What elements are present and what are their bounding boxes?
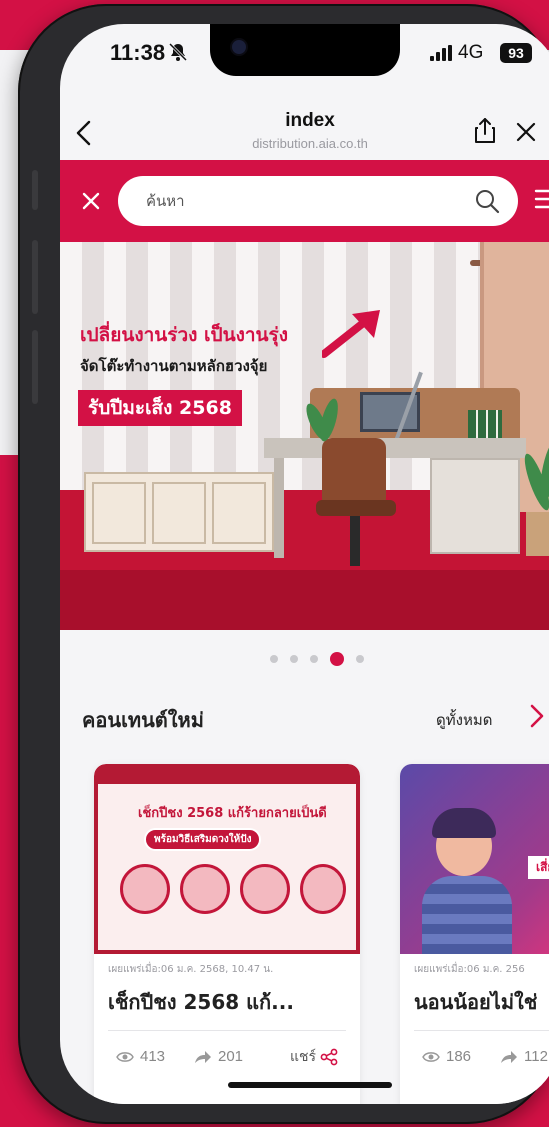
shares-stat: 201: [194, 1048, 243, 1065]
zodiac-icon: [300, 864, 346, 914]
desk-leg: [274, 458, 284, 558]
promo-banner[interactable]: เปลี่ยนงานร่วง เป็นงานรุ่ง จัดโต๊ะทำงานต…: [60, 242, 549, 630]
home-indicator[interactable]: [228, 1082, 392, 1088]
volume-down-button: [32, 330, 38, 404]
phone-screen: 11:38 4G 93 index distribution.aia.co.th: [60, 24, 549, 1104]
camera-notch: [210, 24, 400, 76]
camera-lens: [232, 40, 246, 54]
eye-icon: [116, 1051, 134, 1062]
card-divider: [414, 1030, 549, 1031]
carousel-dot[interactable]: [356, 655, 364, 663]
shares-count: 201: [218, 1048, 244, 1065]
phone-frame: 11:38 4G 93 index distribution.aia.co.th: [18, 4, 549, 1124]
views-stat: 186: [422, 1048, 471, 1065]
card-title[interactable]: เช็กปีชง 2568 แก้...: [108, 986, 294, 1018]
person-illustration: [422, 876, 512, 954]
banner-tagline: รับปีมะเส็ง 2568: [78, 390, 242, 426]
plant-pot: [526, 512, 549, 556]
back-icon[interactable]: [74, 120, 94, 146]
card-thumbnail: เสี่ยงต: [400, 764, 549, 954]
volume-up-button: [32, 240, 38, 314]
chevron-right-icon[interactable]: [530, 704, 544, 728]
arrow-up-right-icon: [322, 310, 380, 358]
close-icon[interactable]: [516, 122, 536, 142]
share-label: แชร์: [290, 1049, 317, 1065]
carousel-dot[interactable]: [290, 655, 298, 663]
page-title: index: [285, 110, 335, 131]
see-all-link[interactable]: ดูทั้งหมด: [436, 708, 492, 732]
banner-subheadline: จัดโต๊ะทำงานตามหลักฮวงจุ้ย: [80, 357, 268, 375]
forward-arrow-icon: [195, 1050, 211, 1063]
search-input[interactable]: [146, 176, 456, 226]
site-header: [60, 160, 549, 242]
carousel-dot-active[interactable]: [330, 652, 344, 666]
views-stat: 413: [116, 1048, 165, 1065]
share-button[interactable]: แชร์: [290, 1046, 338, 1068]
status-time: 11:38: [110, 40, 166, 65]
person-hair: [432, 808, 496, 838]
desk-drawers: [430, 458, 520, 554]
carousel-dot[interactable]: [310, 655, 318, 663]
header-close-icon[interactable]: [82, 192, 100, 210]
carousel-dots: [270, 652, 364, 666]
views-count: 413: [140, 1048, 166, 1065]
thumbnail-tag: เสี่ยงต: [528, 856, 549, 879]
menu-icon[interactable]: [534, 188, 549, 210]
thumbnail-subtitle: พร้อมวิธีเสริมดวงให้ปัง: [144, 828, 262, 851]
share-nodes-icon: [320, 1048, 338, 1066]
content-card[interactable]: เช็กปีชง 2568 แก้ร้ายกลายเป็นดี พร้อมวิธ…: [94, 764, 360, 1104]
chair-base: [350, 516, 360, 566]
thumbnail-band: [98, 768, 356, 784]
signal-icon: [430, 45, 452, 61]
carousel-dot[interactable]: [270, 655, 278, 663]
cabinet-illustration: [84, 472, 274, 552]
card-title[interactable]: นอนน้อยไม่ใช่: [414, 986, 537, 1018]
chair-illustration: [322, 438, 386, 508]
banner-headline: เปลี่ยนงานร่วง เป็นงานรุ่ง: [80, 324, 288, 346]
zodiac-icon: [120, 864, 170, 914]
search-icon[interactable]: [474, 188, 500, 214]
shares-count: 112: [524, 1048, 548, 1065]
card-date: เผยแพร่เมื่อ:06 ม.ค. 2568, 10.47 น.: [108, 964, 274, 975]
shares-stat: 112: [500, 1048, 548, 1065]
card-divider: [108, 1030, 346, 1031]
thumbnail-title: เช็กปีชง 2568 แก้ร้ายกลายเป็นดี: [138, 806, 327, 821]
zodiac-icon: [240, 864, 290, 914]
page-url: distribution.aia.co.th: [252, 136, 368, 151]
content-card[interactable]: เสี่ยงต เผยแพร่เมื่อ:06 ม.ค. 256 นอนน้อย…: [400, 764, 549, 1104]
network-type: 4G: [458, 42, 484, 63]
share-icon[interactable]: [474, 116, 496, 144]
forward-arrow-icon: [501, 1050, 517, 1063]
banner-floor-shadow: [60, 570, 549, 630]
battery-indicator: 93: [500, 43, 532, 63]
binders-illustration: [468, 410, 502, 440]
views-count: 186: [446, 1048, 472, 1065]
chair-seat: [316, 500, 396, 516]
card-date: เผยแพร่เมื่อ:06 ม.ค. 256: [414, 964, 525, 975]
desk-illustration: [264, 438, 526, 458]
section-title: คอนเทนต์ใหม่: [82, 708, 204, 732]
card-thumbnail: เช็กปีชง 2568 แก้ร้ายกลายเป็นดี พร้อมวิธ…: [94, 764, 360, 954]
bell-slash-icon: [168, 42, 188, 62]
eye-icon: [422, 1051, 440, 1062]
silent-switch: [32, 170, 38, 210]
zodiac-icon: [180, 864, 230, 914]
search-box: [118, 176, 518, 226]
